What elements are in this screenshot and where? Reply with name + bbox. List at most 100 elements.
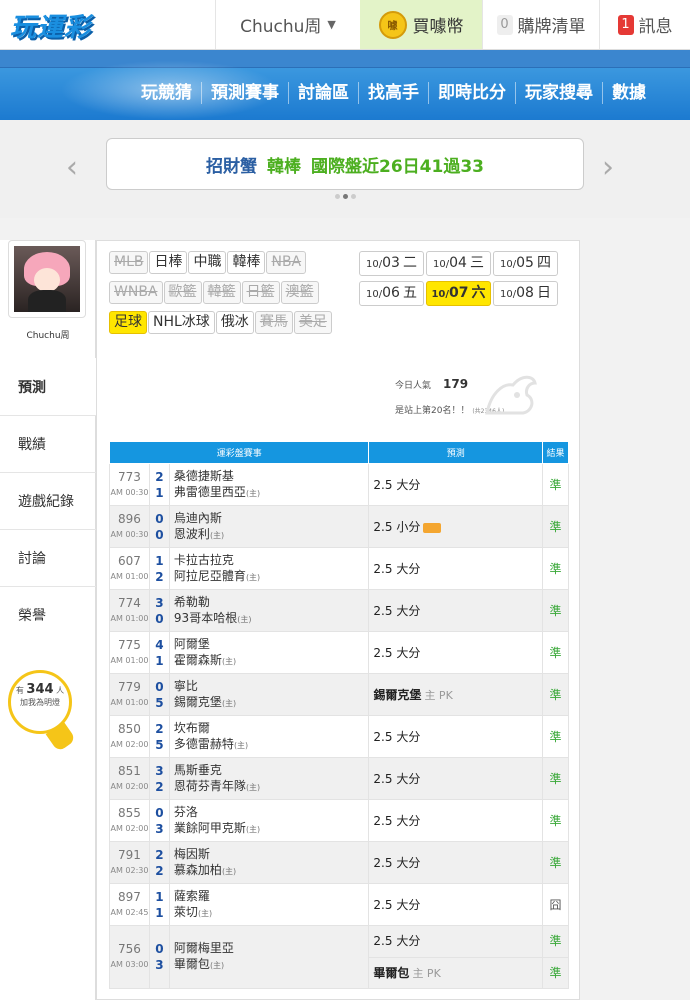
site-logo[interactable]: 玩運彩 [0,0,215,50]
home-team[interactable]: 93哥本哈根 [174,611,237,625]
date-weekday: 四 [536,255,551,271]
date-tab[interactable]: 10/05 四 [493,251,558,276]
match-time: AM 02:00 [110,739,149,749]
match-time: AM 01:00 [110,571,149,581]
home-team[interactable]: 萊切 [174,905,198,919]
match-id: 756 [118,942,141,956]
away-team[interactable]: 桑德捷斯基 [174,468,369,484]
sport-tab[interactable]: 俄冰 [215,311,254,334]
sport-tab[interactable]: 足球 [109,311,147,334]
away-team[interactable]: 梅因斯 [174,846,369,862]
buy-coins-button[interactable]: 噱 買噱幣 [360,0,482,49]
nav-item[interactable]: 玩競猜 [132,82,201,104]
carousel-dot[interactable] [335,194,340,199]
home-team[interactable]: 恩荷芬青年隊 [174,779,246,793]
home-team[interactable]: 多德雷赫特 [174,737,234,751]
sidebar-item-discussion[interactable]: 討論 [0,529,96,586]
home-team[interactable]: 慕森加柏 [174,863,222,877]
prediction-cell: 2.5 大分 [368,463,544,506]
home-score: 3 [155,821,164,836]
main-nav: 玩競猜 預測賽事 討論區 找高手 即時比分 玩家搜尋 數據 [132,82,655,104]
prediction-tag: 主 PK [412,967,441,980]
prediction-text: 2.5 小分 [373,520,421,534]
home-score: 5 [155,695,164,710]
away-team[interactable]: 薩索羅 [174,888,369,904]
match-id: 850 [118,721,141,736]
score-cell: 21 [148,463,170,506]
away-score: 2 [155,469,164,484]
nav-item[interactable]: 數據 [602,82,655,104]
banner-title: 招財蟹 [206,156,257,177]
fans-count: 344 [26,682,54,697]
carousel-dot[interactable] [343,194,348,199]
prediction-cell: 2.5 大分 [368,547,544,590]
away-team[interactable]: 芬洛 [174,804,369,820]
home-score: 0 [155,527,164,542]
col-header-prediction: 預測 [368,441,544,464]
nav-item[interactable]: 找高手 [358,82,428,104]
nav-item[interactable]: 討論區 [288,82,358,104]
nav-item[interactable]: 即時比分 [428,82,515,104]
sidebar-item-predictions[interactable]: 預測 [0,358,98,415]
away-team[interactable]: 烏迪內斯 [174,510,369,526]
sport-tab[interactable]: 中職 [188,251,227,274]
promo-banner[interactable]: 招財蟹 韓棒 國際盤近26日41過33 [106,138,584,190]
sport-tab: MLB [109,251,149,274]
sport-tab[interactable]: NHL冰球 [148,311,215,334]
sport-tab[interactable]: 韓棒 [227,251,266,274]
nav-item[interactable]: 預測賽事 [201,82,288,104]
messages-button[interactable]: 1 訊息 [599,0,690,49]
home-team-row: 恩波利(主) [174,526,369,544]
date-tab[interactable]: 10/03 二 [359,251,424,276]
date-tab[interactable]: 10/04 三 [426,251,491,276]
home-team[interactable]: 弗雷德里西亞 [174,485,246,499]
cart-button[interactable]: 0 購牌清單 [482,0,599,49]
sidebar-item-game-log[interactable]: 遊戲紀錄 [0,472,96,529]
home-mark: (主) [209,530,225,540]
sport-tab[interactable]: 日棒 [149,251,188,274]
carousel-dot[interactable] [351,194,356,199]
nav-item[interactable]: 玩家搜尋 [515,82,602,104]
prediction-cell: 2.5 大分 [368,631,544,674]
teams-cell: 馬斯垂克 恩荷芬青年隊(主) [168,757,370,800]
sidebar-item-honors[interactable]: 榮譽 [0,586,96,643]
home-team[interactable]: 霍爾森斯 [174,653,222,667]
home-team[interactable]: 畢爾包 [174,957,210,971]
date-tab[interactable]: 10/08 日 [493,281,558,306]
prediction-cell: 錫爾克堡主 PK [368,673,544,716]
match-id: 851 [118,763,141,778]
carousel-dots [335,194,356,199]
home-team[interactable]: 恩波利 [174,527,210,541]
home-team[interactable]: 業餘阿甲克斯 [174,821,246,835]
user-menu[interactable]: Chuchu周 ▼ [215,0,360,49]
match-time: AM 02:00 [110,823,149,833]
away-team[interactable]: 馬斯垂克 [174,762,369,778]
promo-carousel: ‹ 招財蟹 韓棒 國際盤近26日41過33 › [0,120,690,218]
home-mark: (主) [221,698,237,708]
home-team-row: 萊切(主) [174,904,369,922]
predictions-table: 運彩盤賽事 預測 結果 773 AM 00:30 2 1 桑德捷斯基 弗雷德里西亞(主) 2… [108,441,569,989]
teams-cell: 芬洛 業餘阿甲克斯(主) [168,799,370,842]
teams-cell: 阿爾梅里亞 畢爾包(主) [168,925,370,989]
chevron-left-icon[interactable]: ‹ [66,150,78,185]
away-team[interactable]: 阿爾梅里亞 [174,940,369,956]
sport-filter: MLB 日棒 中職 韓棒 NBA WNBA 歐籃 韓籃 日籃 澳籃足球 NHL冰球 俄冰 賽馬 美足 [109,251,349,341]
home-team[interactable]: 錫爾克堡 [174,695,222,709]
avatar[interactable] [8,240,86,318]
prediction: 畢爾包主 PK [369,957,543,988]
away-team[interactable]: 希勒勒 [174,594,369,610]
profile-sidebar: Chuchu周 預測 戰績 遊戲紀錄 討論 榮譽 有 344 人 加我為明燈 [0,240,98,1000]
chevron-right-icon[interactable]: › [602,150,614,185]
sport-tab: 日籃 [241,281,280,304]
away-team[interactable]: 寧比 [174,678,369,694]
match-id-cell: 897 AM 02:45 [109,883,150,926]
away-team[interactable]: 阿爾堡 [174,636,369,652]
away-team[interactable]: 卡拉古拉克 [174,552,369,568]
date-tab[interactable]: 10/06 五 [359,281,424,306]
result-cell: 準 [542,505,569,548]
away-team[interactable]: 坎布爾 [174,720,369,736]
sidebar-item-record[interactable]: 戰績 [0,415,96,472]
home-team[interactable]: 阿拉尼亞體育 [174,569,246,583]
date-day: 08 [516,285,534,301]
date-tab[interactable]: 10/07 六 [426,281,491,306]
